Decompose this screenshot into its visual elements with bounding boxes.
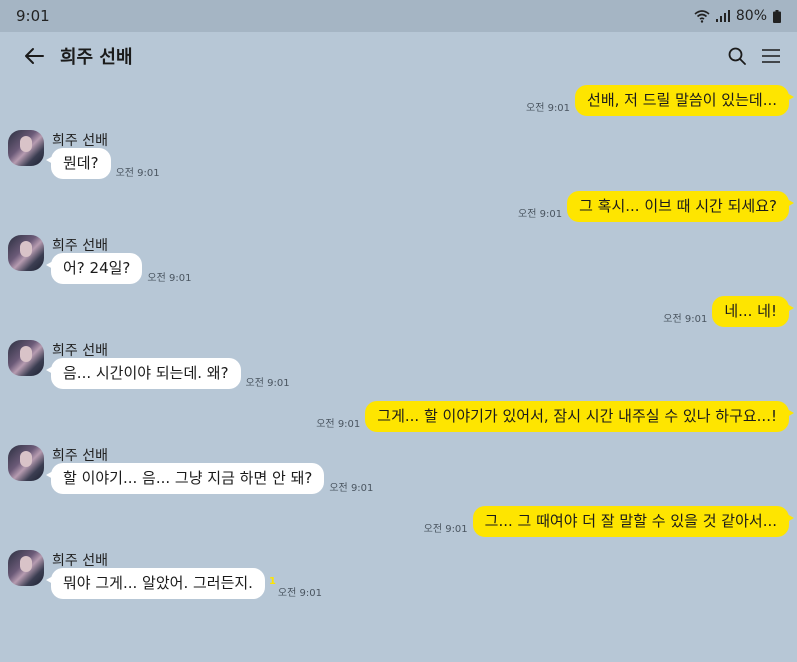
back-arrow-icon[interactable] [22, 44, 46, 68]
sender-name: 희주 선배 [52, 133, 108, 149]
outgoing-bubble[interactable]: 그 혹시... 이브 때 시간 되세요? [567, 191, 794, 222]
battery-icon [773, 9, 781, 23]
message-time: 오전 9:01 [423, 524, 468, 535]
incoming-bubble[interactable]: 뭐야 그게... 알았어. 그러든지. [46, 568, 265, 599]
status-bar: 9:01 80% [0, 0, 797, 32]
message-time: 오전 9:01 [147, 273, 192, 284]
chat-title: 희주 선배 [60, 47, 133, 68]
status-time: 9:01 [16, 7, 50, 25]
avatar[interactable] [8, 445, 44, 481]
sender-name: 희주 선배 [52, 553, 108, 569]
unread-count: 1 [268, 576, 276, 587]
incoming-bubble[interactable]: 할 이야기... 음... 그냥 지금 하면 안 돼? [45, 463, 325, 494]
incoming-bubble[interactable]: 음... 시간이야 되는데. 왜? [46, 358, 241, 389]
outgoing-bubble[interactable]: 네... 네! [712, 296, 794, 327]
avatar[interactable] [8, 130, 44, 166]
outgoing-message: 오전 9:01 네... 네! [663, 296, 794, 327]
sender-name: 희주 선배 [52, 238, 108, 254]
incoming-bubble[interactable]: 어? 24일? [45, 253, 143, 284]
search-icon[interactable] [725, 44, 749, 68]
avatar[interactable] [8, 550, 44, 586]
incoming-message: 희주 선배 어? 24일? 오전 9:01 [8, 235, 708, 307]
outgoing-message: 오전 9:01 그... 그 때여야 더 잘 말할 수 있을 것 같아서... [423, 506, 795, 537]
chat-header: 희주 선배 [0, 32, 797, 80]
sender-name: 희주 선배 [52, 448, 108, 464]
message-time: 오전 9:01 [518, 209, 563, 220]
message-time: 오전 9:01 [277, 588, 322, 599]
avatar[interactable] [8, 235, 44, 271]
outgoing-bubble[interactable]: 선배, 저 드릴 말씀이 있는데... [575, 85, 794, 116]
menu-icon[interactable] [759, 44, 783, 68]
outgoing-message: 오전 9:01 선배, 저 드릴 말씀이 있는데... [526, 85, 794, 116]
incoming-message: 희주 선배 뭐야 그게... 알았어. 그러든지. 1 오전 9:01 [8, 550, 708, 622]
wifi-icon [694, 10, 710, 23]
outgoing-bubble[interactable]: 그게... 할 이야기가 있어서, 잠시 시간 내주실 수 있나 하구요...! [365, 401, 794, 432]
outgoing-message: 오전 9:01 그게... 할 이야기가 있어서, 잠시 시간 내주실 수 있나… [316, 401, 794, 432]
sender-name: 희주 선배 [52, 343, 108, 359]
incoming-bubble[interactable]: 뭔데? [46, 148, 111, 179]
signal-icon [715, 10, 730, 22]
message-time: 오전 9:01 [526, 103, 571, 114]
outgoing-message: 오전 9:01 그 혹시... 이브 때 시간 되세요? [518, 191, 794, 222]
status-icons: 80% [694, 8, 781, 24]
battery-percent: 80% [735, 8, 767, 24]
outgoing-bubble[interactable]: 그... 그 때여야 더 잘 말할 수 있을 것 같아서... [472, 506, 795, 537]
message-time: 오전 9:01 [316, 419, 361, 430]
message-time: 오전 9:01 [663, 314, 708, 325]
message-time: 오전 9:01 [115, 168, 160, 179]
avatar[interactable] [8, 340, 44, 376]
message-time: 오전 9:01 [245, 378, 290, 389]
message-time: 오전 9:01 [329, 483, 374, 494]
